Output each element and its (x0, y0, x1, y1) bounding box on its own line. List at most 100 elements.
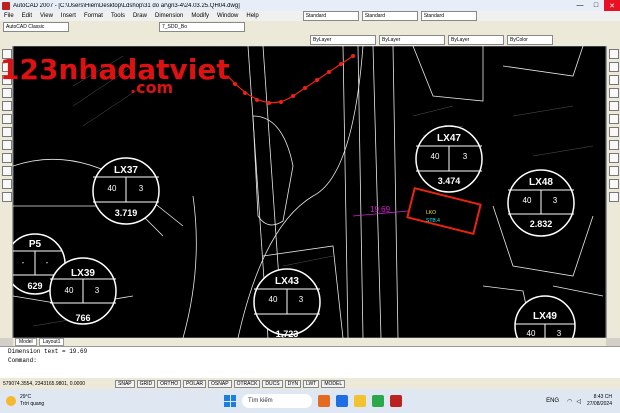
offset-tool-icon[interactable] (609, 88, 619, 98)
text-tool-icon[interactable] (2, 192, 12, 202)
window-title: AutoCAD 2007 - [C:\Users\Hiền\Desktop\Ld… (13, 2, 240, 9)
status-bar: 579074.3554, 2343165.9801, 0.0000 SNAP G… (0, 378, 620, 389)
menu-insert[interactable]: Insert (57, 13, 80, 19)
menu-edit[interactable]: Edit (18, 13, 36, 19)
lot-name: LX37 (114, 165, 138, 176)
plotstyle-select[interactable]: ByColor (507, 34, 553, 45)
ellipse-tool-icon[interactable] (2, 140, 12, 150)
rotate-tool-icon[interactable] (609, 127, 619, 137)
arc-tool-icon[interactable] (2, 101, 12, 111)
sun-icon (6, 396, 16, 406)
rectangle-tool-icon[interactable] (2, 88, 12, 98)
lot-area: 3.474 (438, 176, 461, 186)
spline-tool-icon[interactable] (2, 127, 12, 137)
app-icon[interactable] (372, 395, 384, 407)
tab-layout1[interactable]: Layout1 (38, 338, 65, 346)
language-indicator[interactable]: ENG (546, 398, 559, 404)
ducs-toggle[interactable]: DUCS (262, 379, 283, 388)
table-style-select[interactable]: Standard (420, 11, 477, 21)
speaker-icon[interactable]: ◁ (576, 398, 581, 405)
layer-select[interactable]: 7_SDD_Bo (159, 22, 245, 32)
drawing-canvas[interactable]: 19.69 LKO STB.4 LX47 40 3 3.474 LX37 40 … (13, 46, 606, 338)
menu-modify[interactable]: Modify (187, 13, 213, 19)
dyn-toggle[interactable]: DYN (284, 379, 302, 388)
lot-value: 3 (553, 196, 558, 205)
erase-tool-icon[interactable] (609, 49, 619, 59)
text-style-select[interactable]: Standard (302, 11, 359, 21)
lot-value: - (46, 258, 49, 267)
command-prompt[interactable]: Command: (0, 356, 620, 365)
menu-format[interactable]: Format (80, 13, 107, 19)
windows-start-icon[interactable] (224, 395, 236, 407)
otrack-toggle[interactable]: OTRACK (233, 379, 261, 388)
menu-help[interactable]: Help (242, 13, 262, 19)
grid-toggle[interactable]: GRID (136, 379, 156, 388)
wifi-icon[interactable]: ◠ (567, 398, 572, 405)
lot-circle: LX47 40 3 3.474 (415, 125, 483, 193)
weather-widget[interactable]: 29°C Trời quang (0, 394, 96, 408)
menu-draw[interactable]: Draw (129, 13, 151, 19)
clock[interactable]: 8:43 CH 27/08/2024 (587, 394, 612, 408)
lot-value: 3 (299, 295, 304, 304)
maximize-button[interactable]: □ (588, 0, 604, 11)
command-window[interactable]: Dimension text = 19.69 Command: (0, 346, 620, 378)
mirror-tool-icon[interactable] (609, 75, 619, 85)
lot-value: 40 (108, 184, 117, 193)
lot-name: LX43 (275, 276, 299, 287)
menu-tools[interactable]: Tools (107, 13, 129, 19)
polar-toggle[interactable]: POLAR (183, 379, 207, 388)
weather-temp: 29°C (20, 394, 32, 400)
circle-tool-icon[interactable] (2, 114, 12, 124)
stretch-tool-icon[interactable] (609, 153, 619, 163)
minimize-button[interactable]: — (572, 0, 588, 11)
workspace-select[interactable]: AutoCAD Classic (3, 22, 69, 32)
linetype-select[interactable]: ByLayer (379, 34, 445, 45)
lot-circle: LX49 40 3 (514, 295, 576, 338)
model-toggle[interactable]: MODEL (321, 379, 346, 388)
watermark-domain: .com (130, 78, 174, 97)
lot-area: 3.719 (115, 208, 138, 218)
move-tool-icon[interactable] (609, 114, 619, 124)
lot-area: 2.832 (530, 219, 553, 229)
menu-window[interactable]: Window (213, 13, 242, 19)
lot-name: LX39 (71, 268, 95, 279)
menu-dimension[interactable]: Dimension (151, 13, 187, 19)
menu-file[interactable]: File (0, 13, 18, 19)
color-select[interactable]: ByLayer (310, 34, 376, 45)
trim-tool-icon[interactable] (609, 166, 619, 176)
properties-toolbar: ByLayer ByLayer ByLayer ByColor (0, 33, 620, 47)
autocad-app-icon[interactable] (2, 1, 10, 10)
lwt-toggle[interactable]: LWT (303, 379, 320, 388)
dim-style-select[interactable]: Standard (361, 11, 418, 21)
autocad-taskbar-icon[interactable] (390, 395, 402, 407)
app-icon[interactable] (318, 395, 330, 407)
lot-value: 3 (95, 286, 100, 295)
hatch-tool-icon[interactable] (2, 179, 12, 189)
osnap-toggle[interactable]: OSNAP (208, 379, 232, 388)
highlighted-lot (406, 187, 482, 235)
point-tool-icon[interactable] (2, 166, 12, 176)
array-tool-icon[interactable] (609, 101, 619, 111)
system-tray: ENG ◠ ◁ 8:43 CH 27/08/2024 (546, 394, 620, 408)
lot-name: LX47 (437, 133, 461, 144)
red-boundary-line (227, 55, 354, 104)
extend-tool-icon[interactable] (609, 179, 619, 189)
clock-time: 8:43 CH (593, 394, 612, 400)
scale-tool-icon[interactable] (609, 140, 619, 150)
taskbar-search[interactable]: Tìm kiếm (242, 394, 312, 408)
explode-tool-icon[interactable] (609, 192, 619, 202)
ortho-toggle[interactable]: ORTHO (157, 379, 182, 388)
close-button[interactable]: ✕ (604, 0, 620, 11)
lineweight-select[interactable]: ByLayer (448, 34, 504, 45)
copy-tool-icon[interactable] (609, 62, 619, 72)
weather-condition: Trời quang (20, 401, 45, 407)
standard-toolbar: AutoCAD Classic 7_SDD_Bo (0, 21, 620, 33)
command-history: Dimension text = 19.69 (8, 348, 88, 355)
browser-icon[interactable] (336, 395, 348, 407)
file-explorer-icon[interactable] (354, 395, 366, 407)
menu-view[interactable]: View (36, 13, 57, 19)
insert-block-icon[interactable] (2, 153, 12, 163)
lot-value: - (22, 258, 25, 267)
tab-model[interactable]: Model (15, 338, 37, 346)
snap-toggle[interactable]: SNAP (115, 379, 135, 388)
